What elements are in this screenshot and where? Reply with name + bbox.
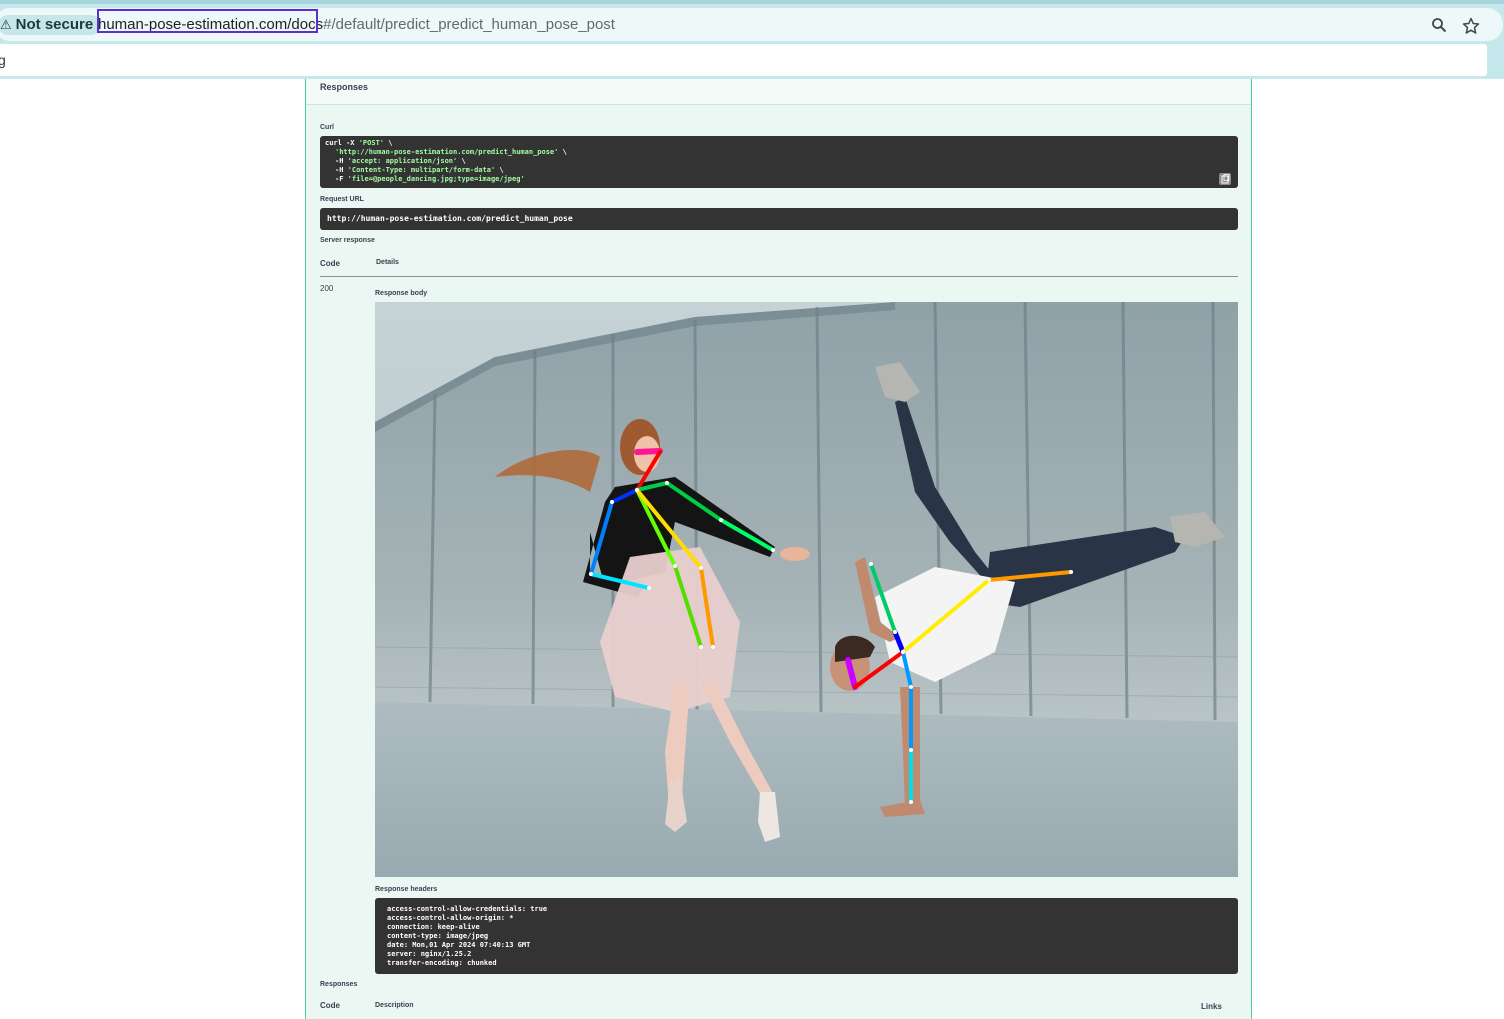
curl-label: Curl xyxy=(320,124,334,131)
response-body-label: Response body xyxy=(375,290,428,297)
curl-line-1: curl -X 'POST' \ xyxy=(325,139,393,147)
search-icon[interactable] xyxy=(1430,17,1448,35)
find-bar-text: g xyxy=(0,52,6,68)
responses-header: Responses xyxy=(306,79,1251,105)
star-icon[interactable] xyxy=(1462,17,1480,35)
responses-title: Responses xyxy=(320,82,369,92)
response-header-line: server: nginx/1.25.2 xyxy=(387,950,472,958)
security-chip[interactable]: ⚠ Not secure xyxy=(0,15,102,35)
find-bar[interactable]: g xyxy=(0,44,1487,76)
response-header-line: date: Mon,01 Apr 2024 07:40:13 GMT xyxy=(387,941,531,949)
url-highlight-box xyxy=(97,9,318,33)
footer-description-header: Description xyxy=(375,1002,414,1009)
responses-section-label: Responses xyxy=(320,981,358,988)
curl-line-5: -F 'file=@people_dancing.jpg;type=image/… xyxy=(335,175,525,183)
response-header-line: access-control-allow-credentials: true xyxy=(387,905,548,913)
request-url-block[interactable]: http://human-pose-estimation.com/predict… xyxy=(320,208,1238,230)
curl-line-2: 'http://human-pose-estimation.com/predic… xyxy=(335,148,567,156)
response-headers-block[interactable]: access-control-allow-credentials: true a… xyxy=(375,898,1238,974)
response-header-line: content-type: image/jpeg xyxy=(387,932,489,940)
status-code: 200 xyxy=(320,284,334,293)
curl-line-4: -H 'Content-Type: multipart/form-data' \ xyxy=(335,166,504,174)
response-image xyxy=(375,302,1238,877)
operation-panel: Responses Curl curl -X 'POST' \ 'http://… xyxy=(305,79,1252,1019)
response-table-header: Code Details xyxy=(320,257,1238,277)
response-headers-label: Response headers xyxy=(375,886,438,893)
request-url-text: http://human-pose-estimation.com/predict… xyxy=(327,214,573,223)
url-fragment: #/default/predict_predict_human_pose_pos… xyxy=(323,16,615,33)
code-column-header: Code xyxy=(320,259,340,268)
response-header-line: transfer-encoding: chunked xyxy=(387,959,497,967)
details-column-header: Details xyxy=(376,259,399,266)
server-response-label: Server response xyxy=(320,237,375,244)
response-header-line: connection: keep-alive xyxy=(387,923,480,931)
footer-code-header: Code xyxy=(320,1001,340,1010)
copy-icon[interactable] xyxy=(1219,173,1231,185)
footer-links-header: Links xyxy=(1201,1002,1222,1011)
warning-icon: ⚠ xyxy=(0,17,12,32)
curl-line-3: -H 'accept: application/json' \ xyxy=(335,157,466,165)
security-label: Not secure xyxy=(15,16,94,33)
request-url-label: Request URL xyxy=(320,196,364,203)
response-header-line: access-control-allow-origin: * xyxy=(387,914,514,922)
curl-block[interactable]: curl -X 'POST' \ 'http://human-pose-esti… xyxy=(320,136,1238,188)
